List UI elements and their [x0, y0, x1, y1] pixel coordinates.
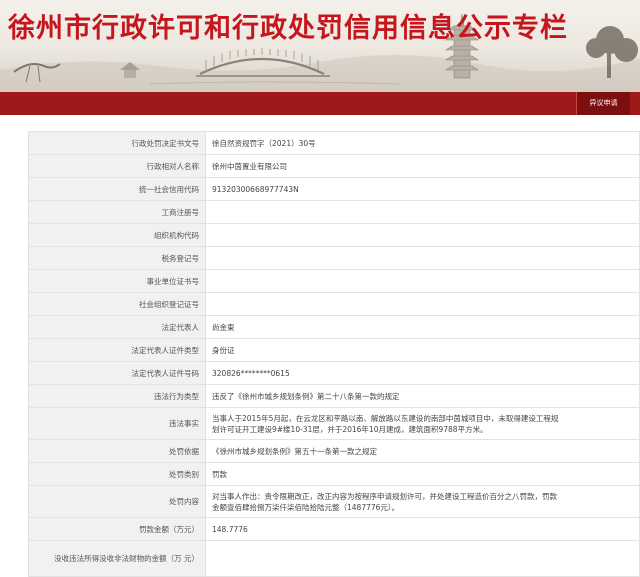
- row-value: 《徐州市城乡规划条例》第五十一条第一款之规定: [205, 439, 640, 463]
- row-label: 法定代表人: [28, 315, 206, 339]
- objection-apply-button[interactable]: 异议申请: [576, 92, 630, 115]
- row-label: 行政处罚决定书文号: [28, 131, 206, 155]
- table-row: 行政处罚决定书文号 徐自然资规罚字（2021）30号: [28, 131, 640, 155]
- row-label: 组织机构代码: [28, 223, 206, 247]
- header-banner: 徐州市行政许可和行政处罚信用信息公示专栏: [0, 0, 640, 92]
- row-value-line: 金额壹佰肆拾捌万柒仟柒佰陆拾陆元整（1487776元）。: [212, 502, 400, 512]
- row-value: [205, 540, 640, 577]
- table-row: 没收违法所得没收非法财物的金额（万 元）: [28, 540, 640, 577]
- table-row: 违法行为类型 违反了《徐州市城乡规划条例》第二十八条第一款的规定: [28, 384, 640, 408]
- row-value-line: 当事人于2015年5月起，在云龙区和平路以南、解放路以东建设的南部中茵城项目中，…: [212, 413, 559, 423]
- row-label: 事业单位证书号: [28, 269, 206, 293]
- row-label-line: 没收违法所得没收非法财物的金额（万: [54, 554, 182, 563]
- penalty-info-table: 行政处罚决定书文号 徐自然资规罚字（2021）30号 行政相对人名称 徐州中茵置…: [28, 131, 640, 577]
- row-value: [205, 269, 640, 293]
- row-value: 尚金東: [205, 315, 640, 339]
- table-row: 罚款金额（万元） 148.7776: [28, 517, 640, 541]
- row-label: 行政相对人名称: [28, 154, 206, 178]
- row-value: 徐州中茵置业有限公司: [205, 154, 640, 178]
- row-value: 身份证: [205, 338, 640, 362]
- row-value-line: 划许可证开工建设9#楼10-31层，并于2016年10月建成，建筑面积9788平…: [212, 424, 488, 434]
- table-row: 法定代表人证件号码 320826********0615: [28, 361, 640, 385]
- row-label-line: 元）: [184, 554, 199, 563]
- row-value: 148.7776: [205, 517, 640, 541]
- row-value: 320826********0615: [205, 361, 640, 385]
- table-row: 行政相对人名称 徐州中茵置业有限公司: [28, 154, 640, 178]
- table-row: 处罚依据 《徐州市城乡规划条例》第五十一条第一款之规定: [28, 439, 640, 463]
- row-label: 罚款金额（万元）: [28, 517, 206, 541]
- table-row: 处罚类别 罚款: [28, 462, 640, 486]
- row-label: 违法行为类型: [28, 384, 206, 408]
- row-value: [205, 246, 640, 270]
- table-row: 统一社会信用代码 91320300668977743N: [28, 177, 640, 201]
- row-label: 处罚类别: [28, 462, 206, 486]
- row-label: 没收违法所得没收非法财物的金额（万 元）: [28, 540, 206, 577]
- table-row: 社会组织登记证号: [28, 292, 640, 316]
- row-value: 违反了《徐州市城乡规划条例》第二十八条第一款的规定: [205, 384, 640, 408]
- row-label: 社会组织登记证号: [28, 292, 206, 316]
- row-label: 法定代表人证件类型: [28, 338, 206, 362]
- row-value: [205, 223, 640, 247]
- row-value-line: 对当事人作出：责令限期改正，改正内容为按程序申请规划许可，并处建设工程造价百分之…: [212, 491, 557, 501]
- row-label: 处罚内容: [28, 485, 206, 518]
- row-value: 对当事人作出：责令限期改正，改正内容为按程序申请规划许可，并处建设工程造价百分之…: [205, 485, 640, 518]
- row-label: 处罚依据: [28, 439, 206, 463]
- table-row: 处罚内容 对当事人作出：责令限期改正，改正内容为按程序申请规划许可，并处建设工程…: [28, 485, 640, 518]
- row-value: [205, 292, 640, 316]
- action-bar: 异议申请: [0, 92, 640, 115]
- row-label: 税务登记号: [28, 246, 206, 270]
- row-value: 91320300668977743N: [205, 177, 640, 201]
- table-row: 法定代表人证件类型 身份证: [28, 338, 640, 362]
- table-row: 法定代表人 尚金東: [28, 315, 640, 339]
- table-row: 违法事实 当事人于2015年5月起，在云龙区和平路以南、解放路以东建设的南部中茵…: [28, 407, 640, 440]
- row-value: 徐自然资规罚字（2021）30号: [205, 131, 640, 155]
- row-label: 违法事实: [28, 407, 206, 440]
- table-row: 组织机构代码: [28, 223, 640, 247]
- table-row: 事业单位证书号: [28, 269, 640, 293]
- row-label: 统一社会信用代码: [28, 177, 206, 201]
- table-row: 税务登记号: [28, 246, 640, 270]
- row-label: 法定代表人证件号码: [28, 361, 206, 385]
- row-label: 工商注册号: [28, 200, 206, 224]
- row-value: 罚款: [205, 462, 640, 486]
- page-title: 徐州市行政许可和行政处罚信用信息公示专栏: [8, 13, 568, 44]
- row-value: [205, 200, 640, 224]
- row-value: 当事人于2015年5月起，在云龙区和平路以南、解放路以东建设的南部中茵城项目中，…: [205, 407, 640, 440]
- table-row: 工商注册号: [28, 200, 640, 224]
